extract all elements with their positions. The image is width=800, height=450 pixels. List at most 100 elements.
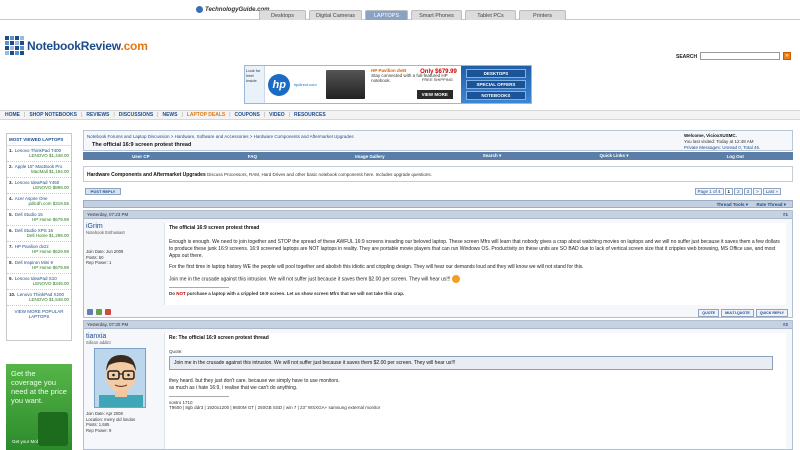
- menu-image-gallery[interactable]: Image Gallery: [355, 154, 385, 159]
- post-reply-button[interactable]: POST REPLY: [85, 188, 121, 195]
- page-next[interactable]: >: [753, 188, 762, 195]
- hp-logo-wrap: hp: [265, 66, 294, 103]
- post-1: Yesterday, 07:23 PM #1 iGrim Notebook En…: [83, 210, 793, 318]
- tab-desktops[interactable]: Desktops: [259, 10, 306, 20]
- menu-quick-links[interactable]: Quick Links ▾: [599, 153, 628, 159]
- laptop-price[interactable]: HP Home $679.99: [9, 217, 69, 222]
- notebookreview-logo[interactable]: NotebookReview.com: [5, 36, 148, 56]
- nav-coupons[interactable]: COUPONS: [235, 112, 260, 118]
- search-go-button[interactable]: »: [783, 52, 791, 60]
- globe-icon: [196, 6, 203, 13]
- quote-button[interactable]: QUOTE: [698, 309, 720, 317]
- laptop-price[interactable]: pdlcdh.com $319.55: [9, 201, 69, 206]
- page-last[interactable]: Last »: [762, 188, 781, 195]
- sidebar-laptop-item[interactable]: 9. Lenovo IdeaPad S10 LENOVO $349.00: [7, 274, 71, 290]
- post-icons: [87, 309, 114, 315]
- post-header: Yesterday, 07:23 PM #1: [84, 211, 792, 219]
- post-number[interactable]: #1: [783, 212, 788, 217]
- sidebar-laptop-item[interactable]: 1. Lenovo ThinkPad T400 LENOVO $1,448.00: [7, 146, 71, 162]
- menu-user-cp[interactable]: User CP: [132, 154, 150, 159]
- menu-faq[interactable]: FAQ: [248, 154, 257, 159]
- report-post-icon[interactable]: [105, 309, 111, 315]
- avatar: [94, 348, 146, 408]
- laptop-price[interactable]: MacMall $1,194.00: [9, 169, 69, 174]
- nav-news[interactable]: NEWS: [162, 112, 177, 118]
- sidebar-laptop-item[interactable]: 3. Lenovo IdeaPad Y450 LENOVO $899.00: [7, 178, 71, 194]
- forum-desc-text: Discuss Processors, RAM, Hard Drives and…: [207, 172, 432, 177]
- phone-image: [38, 412, 68, 446]
- nav-shop-notebooks[interactable]: SHOP NOTEBOOKS: [29, 112, 77, 118]
- add-rep-icon[interactable]: [96, 309, 102, 315]
- page: TechnologyGuide.com Desktops Digital Cam…: [0, 0, 800, 450]
- welcome-title: Welcome, VicioxXUSMC.: [684, 133, 737, 138]
- menu-search[interactable]: Search ▾: [483, 153, 502, 159]
- deal-price: Only $679.99: [420, 69, 457, 75]
- page-2[interactable]: 2: [734, 188, 743, 195]
- laptop-price[interactable]: LENOVO $899.00: [9, 185, 69, 190]
- sidebar-laptop-item[interactable]: 6. Dell Studio XPS 16 Dell Home $1,299.00: [7, 226, 71, 242]
- post-paragraph-2: For the first time in laptop history WE …: [169, 264, 584, 270]
- post-paragraph-1: they heard. but they just don't care. be…: [169, 378, 340, 384]
- laptop-price[interactable]: HP Home $629.99: [9, 249, 69, 254]
- nav-home[interactable]: HOME: [5, 112, 20, 118]
- hp-banner-ad[interactable]: Look for Intel Inside hp hpdirect.com HP…: [244, 65, 532, 104]
- sidebar-laptop-item[interactable]: 5. Dell Studio 15 HP Home $679.99: [7, 210, 71, 226]
- search-input[interactable]: [700, 52, 780, 60]
- tab-laptops[interactable]: LAPTOPS: [365, 10, 408, 20]
- search-label: SEARCH: [676, 54, 698, 60]
- thread-tools-menu[interactable]: Thread Tools ▾: [717, 202, 748, 208]
- post-date: Yesterday, 07:30 PM: [87, 322, 129, 327]
- laptop-price[interactable]: LENOVO $349.00: [9, 281, 69, 286]
- nav-resources[interactable]: RESOURCES: [294, 112, 326, 118]
- post-author: tianxia Silicon addict Join Date: Apr 20…: [86, 333, 158, 433]
- pagination: Page 1 of 4 1 2 3 > Last »: [694, 188, 781, 195]
- nav-laptop-deals[interactable]: LAPTOP DEALS: [187, 112, 225, 118]
- sidebar-laptop-item[interactable]: 10. Lenovo ThinkPad X200 LENOVO $1,548.00: [7, 290, 71, 306]
- view-more-laptops-link[interactable]: VIEW MORE POPULAR LAPTOPS: [7, 306, 71, 322]
- tab-digital-cameras[interactable]: Digital Cameras: [309, 10, 362, 20]
- hp-url: hpdirect.com: [293, 82, 317, 87]
- view-more-button[interactable]: VIEW MORE: [416, 90, 453, 99]
- menu-log-out[interactable]: Log Out: [727, 154, 744, 159]
- banner-notebooks-link[interactable]: NOTEBOOKS: [465, 91, 526, 100]
- sidebar-laptop-item[interactable]: 4. Acer Aspire One pdlcdh.com $319.55: [7, 194, 71, 210]
- nav-video[interactable]: VIDEO: [269, 112, 285, 118]
- laptop-price[interactable]: Dell Home $1,299.00: [9, 233, 69, 238]
- nav-discussions[interactable]: DISCUSSIONS: [119, 112, 153, 118]
- laptop-price[interactable]: HP Home $679.99: [9, 265, 69, 270]
- multi-quote-button[interactable]: MULTI-QUOTE: [721, 309, 754, 317]
- network-tabs: Desktops Digital Cameras LAPTOPS Smart P…: [259, 10, 569, 21]
- mad-smiley-icon: [451, 275, 460, 283]
- breadcrumb-box: Notebook Forums and Laptop Discussion > …: [83, 130, 793, 151]
- username[interactable]: tianxia: [86, 333, 158, 340]
- page-1[interactable]: 1: [724, 188, 734, 195]
- post-number[interactable]: #2: [783, 322, 788, 327]
- sidebar-laptop-item[interactable]: 2. Apple 15" MacBook Pro MacMall $1,194.00: [7, 162, 71, 178]
- banner-special-offers-link[interactable]: SPECIAL OFFERS: [465, 80, 526, 89]
- tab-printers[interactable]: Printers: [519, 10, 566, 20]
- nav-reviews[interactable]: REVIEWS: [86, 112, 109, 118]
- thread-tools-bar: Thread Tools ▾ Rate Thread ▾: [83, 200, 793, 208]
- banner-desktops-link[interactable]: DESKTOPS: [465, 69, 526, 78]
- insurance-side-ad[interactable]: Get the coverage you need at the price y…: [6, 364, 72, 450]
- page-3[interactable]: 3: [743, 188, 753, 195]
- network-strip: TechnologyGuide.com Desktops Digital Cam…: [0, 0, 800, 20]
- breadcrumb[interactable]: Notebook Forums and Laptop Discussion > …: [87, 134, 354, 139]
- quick-reply-button[interactable]: QUICK REPLY: [755, 309, 788, 317]
- tab-tablet-pcs[interactable]: Tablet PCs: [465, 10, 516, 20]
- sidebar-laptop-item[interactable]: 8. Dell Inspiron Mini 9 HP Home $679.99: [7, 258, 71, 274]
- tab-smart-phones[interactable]: Smart Phones: [411, 10, 462, 20]
- rate-thread-menu[interactable]: Rate Thread ▾: [756, 202, 786, 208]
- private-messages-link[interactable]: Private Messages: Unread 0, Total 45.: [684, 145, 760, 150]
- sidebar-title: MOST VIEWED LAPTOPS: [7, 134, 71, 146]
- username[interactable]: iGrim: [86, 223, 158, 230]
- sidebar-laptop-item[interactable]: 7. HP Pavilion dv2z HP Home $629.99: [7, 242, 71, 258]
- quote-box: Join me in the crusade against this intr…: [169, 356, 773, 370]
- laptop-price[interactable]: LENOVO $1,548.00: [9, 297, 69, 302]
- post-date: Yesterday, 07:23 PM: [87, 212, 129, 217]
- post-body: Re: The official 16:9 screen protest thr…: [164, 333, 786, 449]
- thread-title: The official 16:9 screen protest thread: [92, 142, 192, 148]
- last-visited: You last visited: Today at 12:48 AM: [684, 139, 754, 144]
- post-subject: Re: The official 16:9 screen protest thr…: [169, 335, 269, 341]
- laptop-price[interactable]: LENOVO $1,448.00: [9, 153, 69, 158]
